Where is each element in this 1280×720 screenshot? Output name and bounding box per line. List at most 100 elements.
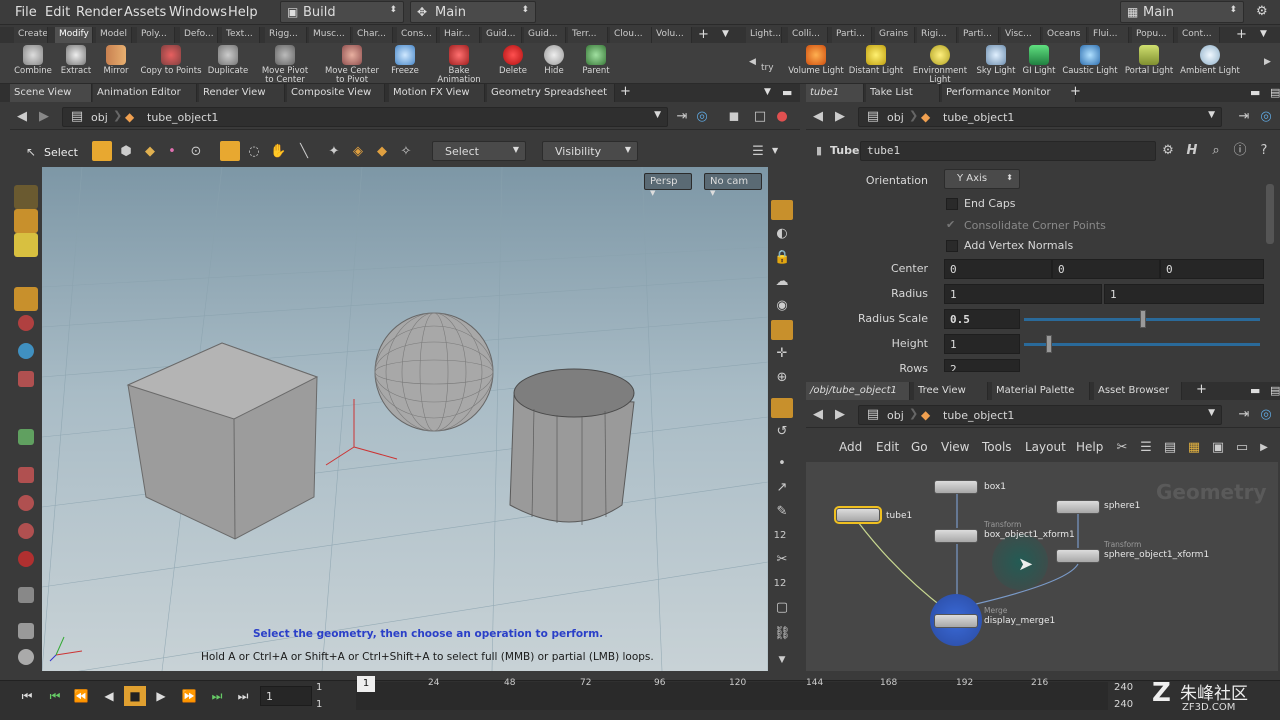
forward-arrow-icon[interactable]: ▶ (832, 407, 848, 423)
cut-icon[interactable]: ✂ (774, 552, 790, 568)
search-icon[interactable]: ⌕ (1208, 143, 1224, 159)
help-h-icon[interactable]: H (1184, 143, 1200, 159)
shelf-tab[interactable]: Cons... (397, 27, 437, 43)
laser-icon[interactable]: ╲ (296, 144, 312, 160)
add-tab-icon[interactable]: + (620, 84, 631, 99)
main-dropdown[interactable]: ▦ Main ⬍ (1120, 1, 1244, 23)
magnet-red-icon[interactable] (18, 551, 34, 567)
tab-render-view[interactable]: Render View (199, 84, 285, 102)
lasso-icon[interactable]: ◌ (246, 144, 262, 160)
orientation-dropdown[interactable]: Y Axis ⬍ (944, 169, 1020, 189)
go-end-icon[interactable]: ⏭ (232, 686, 254, 706)
desktop-dropdown[interactable]: ▣ Build ⬍ (280, 1, 404, 23)
go-start-icon[interactable]: ⏮ (16, 686, 38, 706)
persp-menu[interactable]: Persp ▼ (644, 173, 692, 197)
network-path-field[interactable]: ▤ obj ❯ ◆ tube_object1 ▼ (858, 405, 1222, 425)
extract-tool[interactable]: Extract (58, 45, 94, 76)
chevron-right-icon[interactable]: ▶ (1264, 57, 1271, 67)
forward-arrow-icon[interactable]: ▶ (36, 109, 52, 125)
menu-help[interactable]: Help (228, 5, 258, 20)
camera-lock-icon[interactable] (771, 398, 793, 418)
menu-layout[interactable]: Layout (1025, 440, 1066, 454)
shelf-tab[interactable]: Rigi... (917, 27, 957, 43)
scale-tool-icon[interactable] (18, 371, 34, 387)
node-box-xform[interactable] (934, 529, 978, 543)
shelf-tab[interactable]: Terr... (568, 27, 608, 43)
add-shelf-icon[interactable]: + (698, 27, 709, 42)
rotate-tool-icon[interactable] (18, 343, 34, 359)
end-caps-checkbox[interactable] (946, 198, 958, 210)
parent-tool[interactable]: Parent (578, 45, 614, 76)
node-name-field[interactable]: tube1 (860, 141, 1156, 161)
back-arrow-icon[interactable]: ◀ (810, 407, 826, 423)
shelf-tab[interactable]: Grains (875, 27, 915, 43)
select-geo-icon[interactable] (14, 233, 38, 257)
menu-help[interactable]: Help (1076, 440, 1103, 454)
tab-asset-browser[interactable]: Asset Browser (1094, 382, 1182, 400)
center-y-field[interactable]: 0 (1052, 259, 1160, 279)
pen-icon[interactable]: ✎ (774, 504, 790, 520)
tree-icon[interactable]: ☰ (1138, 440, 1154, 456)
menu-tools[interactable]: Tools (982, 440, 1012, 454)
radius-1-field[interactable]: 1 (944, 284, 1102, 304)
network-editor[interactable]: Geometry ➤ box1 tube1 sphere1 Transform … (806, 462, 1278, 671)
info-icon[interactable]: ⓘ (1232, 143, 1248, 159)
mirror-tool[interactable]: Mirror (99, 45, 133, 76)
help-icon[interactable]: ? (1256, 143, 1272, 159)
shelf-tab[interactable]: Flui... (1089, 27, 1129, 43)
link-node-icon[interactable]: ⛓ (774, 626, 791, 642)
camera-menu[interactable]: No cam ▼ (704, 173, 762, 197)
menu-go[interactable]: Go (911, 440, 928, 454)
pane-menu-icon[interactable]: ▬ (782, 86, 792, 99)
height-handle[interactable] (1046, 335, 1052, 353)
display-options-icon[interactable] (771, 200, 793, 220)
chevron-down-icon[interactable]: ▼ (722, 29, 729, 39)
pane-menu-icon[interactable]: ▬ (1250, 384, 1260, 397)
magnet-icon[interactable] (18, 523, 34, 539)
ambient-light-tool[interactable]: Ambient Light (1180, 45, 1240, 76)
select-mode-icon[interactable] (92, 141, 112, 161)
shelf-tab[interactable]: Char... (353, 27, 393, 43)
pane-options-icon[interactable]: ▤ (1270, 86, 1280, 99)
add-shelf-icon[interactable]: + (1236, 27, 1247, 42)
shelf-tab[interactable]: Hair... (440, 27, 480, 43)
step-back-icon[interactable]: ⏪ (70, 686, 92, 706)
shelf-tab[interactable]: Parti... (832, 27, 872, 43)
play-reverse-icon[interactable]: ◀ (98, 686, 120, 706)
chevron-down-icon[interactable]: ▼ (764, 87, 771, 97)
copy-to-points-tool[interactable]: Copy to Points (138, 45, 204, 76)
shelf-tab[interactable]: Visc... (1001, 27, 1041, 43)
tab-motion-fx-view[interactable]: Motion FX View (389, 84, 485, 102)
tiles-icon[interactable]: ▣ (1210, 440, 1226, 456)
dot-mode-icon[interactable]: • (164, 144, 180, 160)
current-frame-field[interactable]: 1 (260, 686, 312, 706)
shelf-tab[interactable]: Colli... (788, 27, 828, 43)
delete-tool[interactable]: Delete (495, 45, 531, 76)
jump-next-key-icon[interactable]: ⏭ (206, 686, 228, 706)
move-center-tool[interactable]: Move Center to Pivot (323, 45, 381, 85)
snap-icon[interactable]: ✛ (774, 346, 790, 362)
distant-light-tool[interactable]: Distant Light (848, 45, 904, 76)
visibility-dropdown[interactable]: Visibility ▼ (542, 141, 638, 161)
menu-render[interactable]: Render (76, 5, 122, 20)
secure-icon[interactable]: ◈ (350, 144, 366, 160)
height-slider[interactable] (1024, 343, 1260, 346)
lock-icon[interactable]: 🔒 (774, 250, 790, 266)
menu-file[interactable]: File (15, 5, 37, 20)
shelf-tab[interactable]: Oceans (1043, 27, 1087, 43)
paint-icon[interactable] (18, 623, 34, 639)
volume-light-tool[interactable]: Volume Light (788, 45, 844, 76)
select-brush-icon[interactable] (14, 185, 38, 209)
shade-icon[interactable]: ◉ (774, 298, 790, 314)
play-icon[interactable]: ▶ (150, 686, 172, 706)
center-z-field[interactable]: 0 (1160, 259, 1264, 279)
add-tab-icon[interactable]: + (1070, 84, 1081, 99)
grid-icon[interactable]: ▦ (1186, 440, 1202, 456)
stop-icon[interactable]: ■ (124, 686, 146, 706)
shelf-tab[interactable]: Guid... (482, 27, 522, 43)
freeze-tool[interactable]: Freeze (388, 45, 422, 76)
tab-performance-monitor[interactable]: Performance Monitor (942, 84, 1076, 102)
height-field[interactable]: 1 (944, 334, 1020, 354)
list-icon[interactable]: ▤ (1162, 440, 1178, 456)
thumb-icon[interactable]: ▭ (1234, 440, 1250, 456)
